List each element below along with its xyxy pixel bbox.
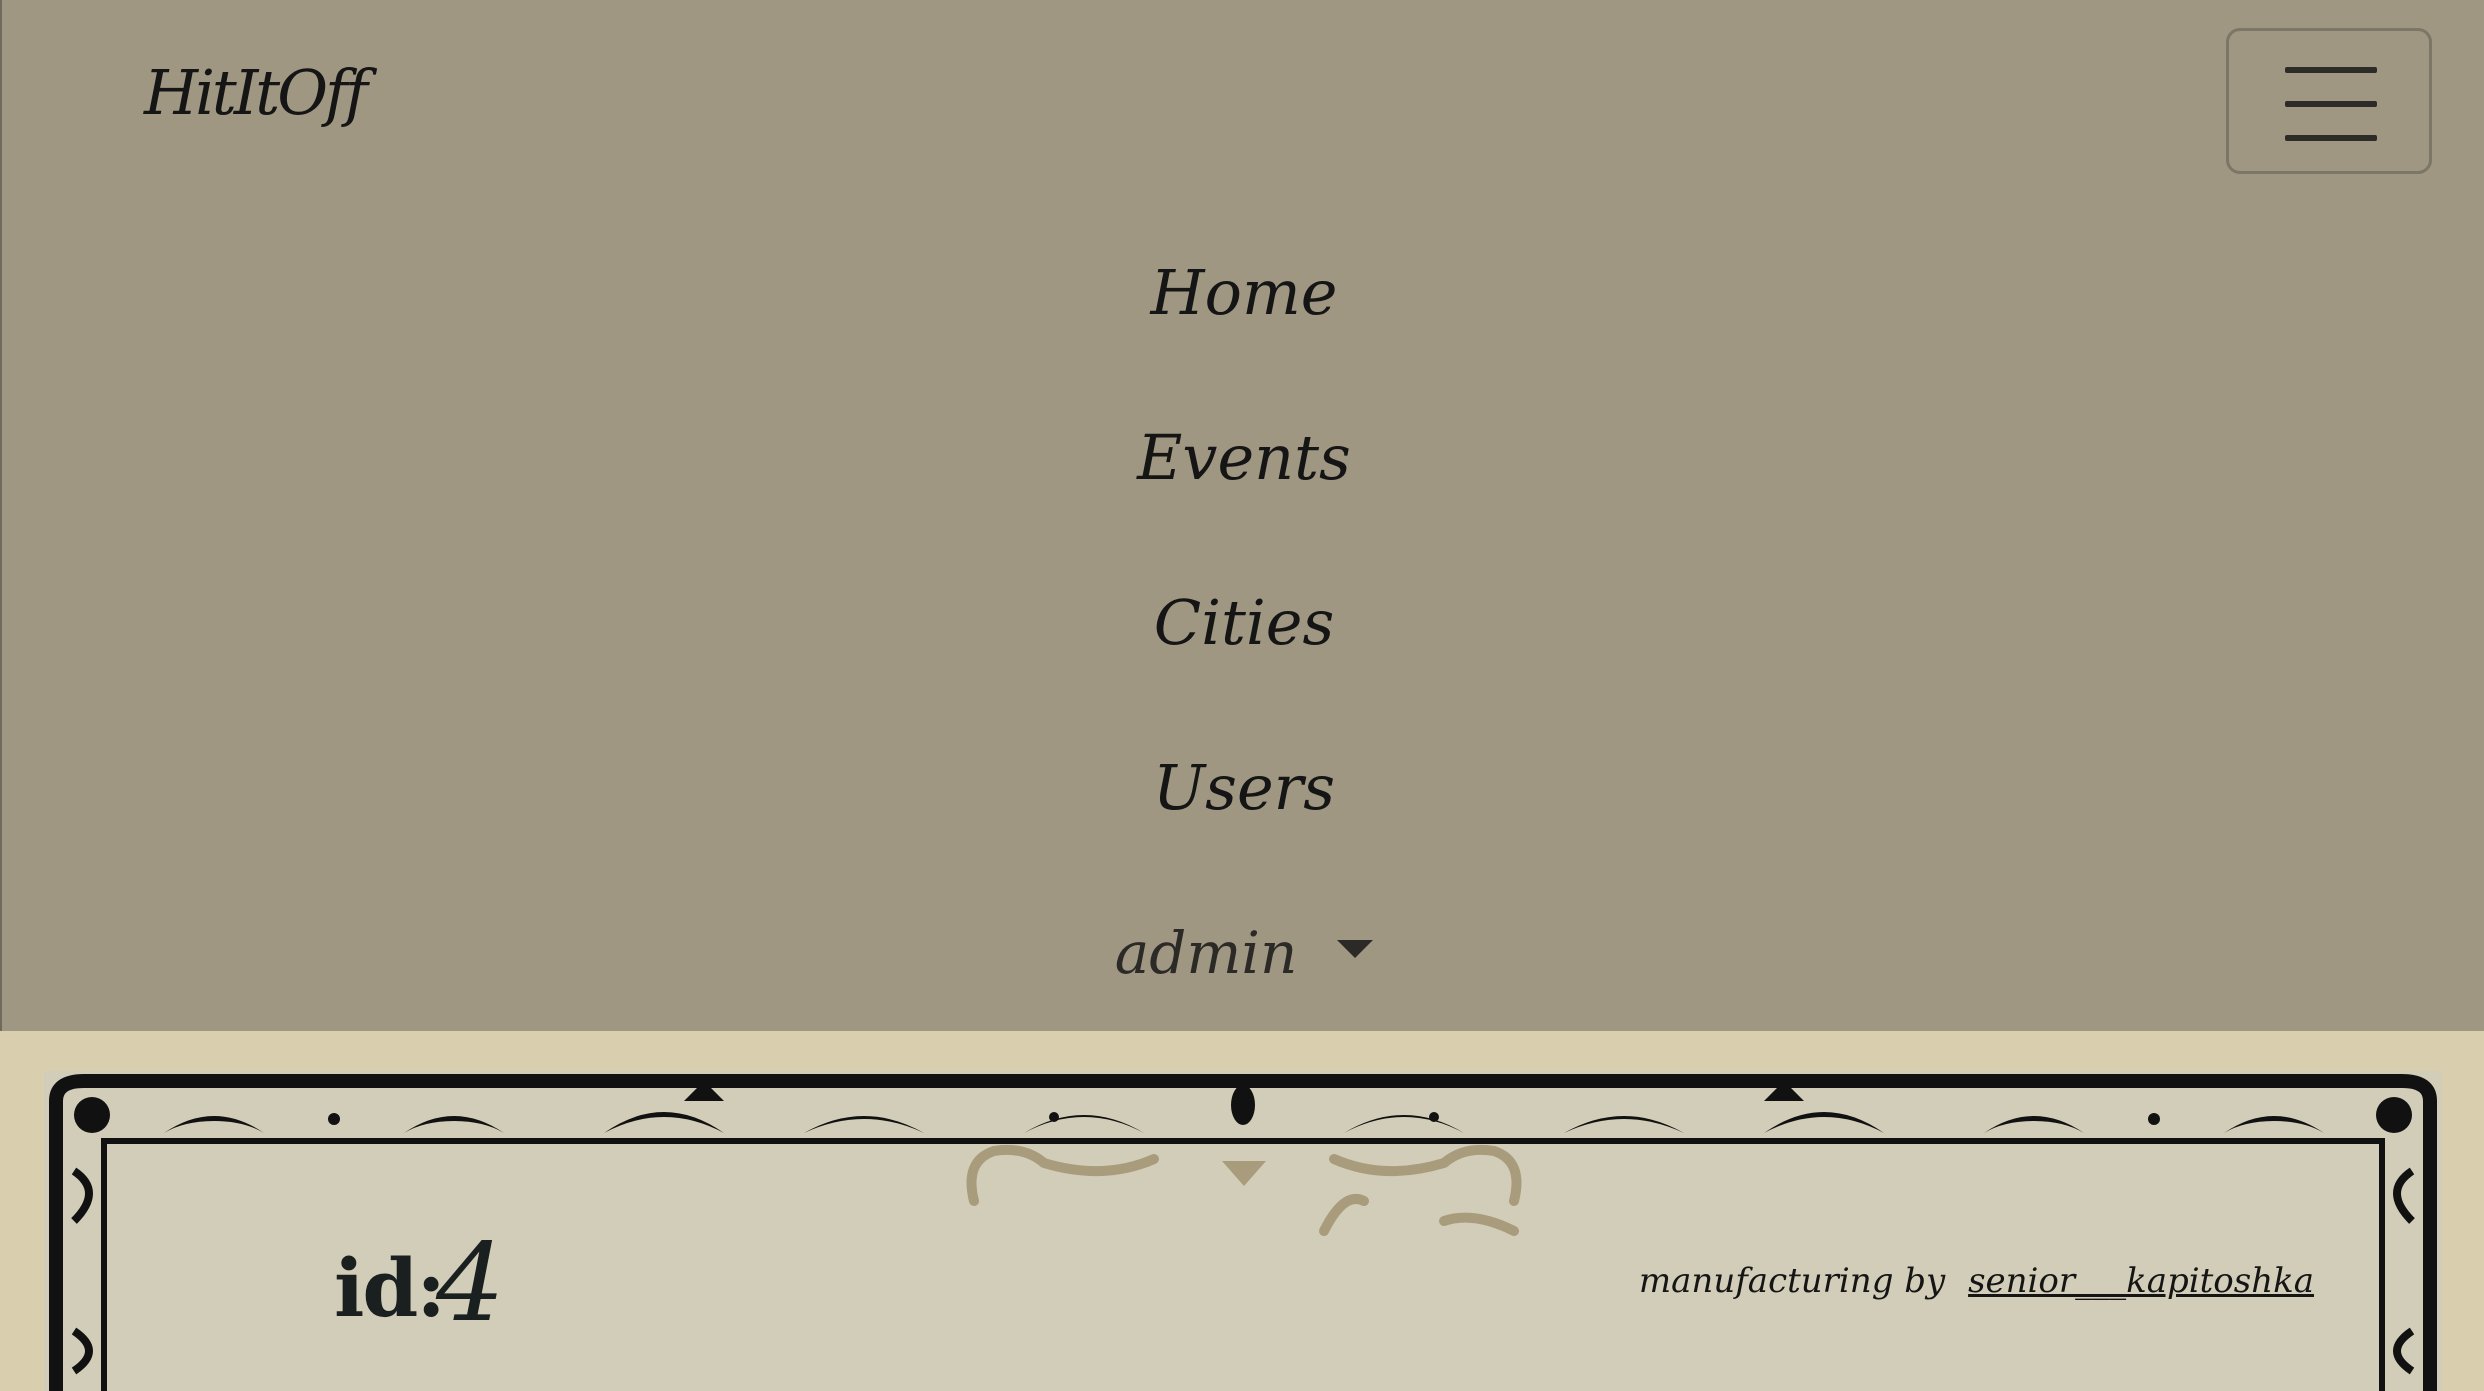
nav-link-cities[interactable]: Cities: [2, 540, 2484, 705]
menu-toggle-button[interactable]: [2226, 28, 2432, 174]
credit-author-link[interactable]: senior___kapitoshka: [1968, 1261, 2314, 1301]
user-dropdown[interactable]: admin: [2, 870, 2484, 1035]
hamburger-icon: [2285, 67, 2377, 73]
hamburger-icon: [2285, 135, 2377, 141]
id-value: 4: [436, 1221, 505, 1346]
nav-link-home[interactable]: Home: [2, 210, 2484, 375]
id-label: id:: [334, 1241, 446, 1335]
brand-logo[interactable]: HitItOff: [144, 56, 368, 129]
profile-card: id: 4 manufacturing by senior___kapitosh…: [44, 1071, 2442, 1391]
nav-link-users[interactable]: Users: [2, 705, 2484, 870]
main-content: id: 4 manufacturing by senior___kapitosh…: [0, 1031, 2484, 1391]
user-dropdown-label: admin: [1114, 918, 1298, 987]
caret-down-icon: [1337, 939, 1374, 958]
hamburger-icon: [2285, 101, 2377, 107]
credit-text: manufacturing by: [1638, 1261, 1946, 1301]
credit-line: manufacturing by senior___kapitoshka: [1639, 1261, 2314, 1301]
nav-menu: Home Events Cities Users admin: [2, 210, 2484, 1035]
ornamental-frame: [49, 1074, 2437, 1391]
nav-link-events[interactable]: Events: [2, 375, 2484, 540]
navbar: HitItOff Home Events Cities Users admin: [0, 0, 2484, 1031]
